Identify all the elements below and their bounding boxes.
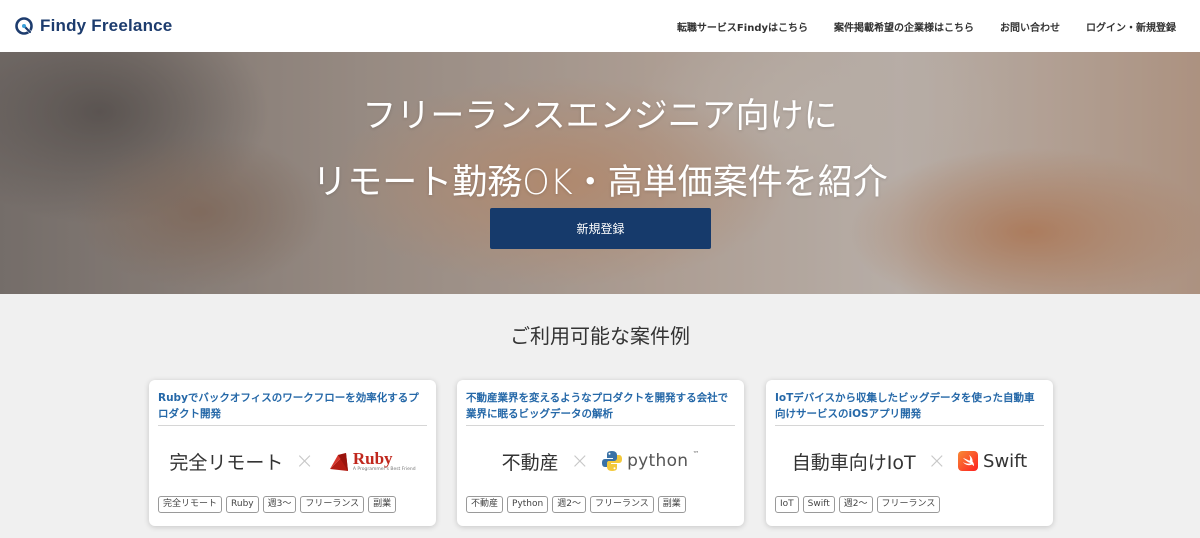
ruby-logo: Ruby A Programmer's Best Friend [326,449,416,473]
tag[interactable]: フリーランス [300,496,365,513]
python-snake-icon [602,451,623,471]
nav-contact-link[interactable]: お問い合わせ [1000,19,1060,34]
card-title[interactable]: IoTデバイスから収集したビッグデータを使った自動車向けサービスのiOSアプリ開… [775,390,1044,426]
card-visual-text: 完全リモート [169,451,284,474]
tag[interactable]: Python [507,496,549,513]
findy-freelance-logo[interactable]: Findy Freelance [14,16,172,36]
python-tm: ™ [692,450,700,458]
times-icon: × [295,448,314,474]
hero-headline-line2: リモート勤務OK・高単価案件を紹介 [312,163,888,203]
tag[interactable]: 不動産 [466,496,504,513]
nav-login-signup-link[interactable]: ログイン・新規登録 [1086,19,1176,34]
project-card-swift[interactable]: IoTデバイスから収集したビッグデータを使った自動車向けサービスのiOSアプリ開… [766,380,1053,526]
tag[interactable]: 完全リモート [158,496,223,513]
findy-logo-icon [15,17,33,35]
card-visual-text: 不動産 [501,451,559,474]
card-visual-text: 自動車向けIoT [791,451,916,474]
tag[interactable]: フリーランス [876,496,941,513]
tag[interactable]: フリーランス [589,496,654,513]
project-card-python[interactable]: 不動産業界を変えるようなプロダクトを開発する会社で業界に眠るビッグデータの解析 … [457,380,744,526]
tag[interactable]: Swift [802,496,835,513]
card-visual: 自動車向けIoT × Swift [775,426,1044,496]
ruby-tagline: A Programmer's Best Friend [352,466,416,472]
section-title: ご利用可能な案件例 [510,324,690,348]
tag[interactable]: 週2〜 [838,496,873,513]
hero-banner: フリーランスエンジニア向けに リモート勤務OK・高単価案件を紹介 新規登録 [0,52,1200,294]
swift-bird-icon [958,451,979,471]
card-title[interactable]: 不動産業界を変えるようなプロダクトを開発する会社で業界に眠るビッグデータの解析 [466,390,735,426]
site-header: Findy Freelance 転職サービスFindyはこちら 案件掲載希望の企… [0,0,1200,52]
ruby-gem-icon [329,453,348,471]
nav-findy-job-link[interactable]: 転職サービスFindyはこちら [677,19,808,34]
tag[interactable]: Ruby [226,496,259,513]
python-logo: python ™ [601,450,699,472]
times-icon: × [927,448,947,474]
tag[interactable]: 副業 [368,496,397,513]
tag[interactable]: 週2〜 [552,496,586,513]
card-tags: IoT Swift 週2〜 フリーランス [775,496,1044,513]
swift-logo: Swift [958,451,1027,472]
swift-wordmark: Swift [983,450,1028,472]
card-visual: 完全リモート × Ruby A Programmer's Best Friend [158,426,427,496]
signup-button[interactable]: 新規登録 [490,208,711,249]
tag[interactable]: 週3〜 [262,496,297,513]
times-icon: × [570,448,590,474]
brand-word-findy: Findy [40,16,87,35]
python-wordmark: python [627,451,689,471]
card-tags: 不動産 Python 週2〜 フリーランス 副業 [466,496,735,513]
brand-word-freelance: Freelance [91,16,173,35]
header-nav: 転職サービスFindyはこちら 案件掲載希望の企業様はこちら お問い合わせ ログ… [677,19,1176,34]
card-visual: 不動産 × python ™ [466,426,735,496]
tag[interactable]: 副業 [657,496,686,513]
hero-headline-line1: フリーランスエンジニア向けに [362,96,838,136]
card-tags: 完全リモート Ruby 週3〜 フリーランス 副業 [158,496,427,513]
nav-company-listing-link[interactable]: 案件掲載希望の企業様はこちら [834,19,974,34]
card-title[interactable]: Rubyでバックオフィスのワークフローを効率化するプロダクト開発 [158,390,427,426]
ruby-wordmark: Ruby A Programmer's Best Friend [353,450,416,473]
ruby-word: Ruby [352,448,393,468]
tag[interactable]: IoT [775,496,799,513]
brand-name: Findy Freelance [40,16,172,36]
project-card-ruby[interactable]: Rubyでバックオフィスのワークフローを効率化するプロダクト開発 完全リモート … [149,380,436,526]
